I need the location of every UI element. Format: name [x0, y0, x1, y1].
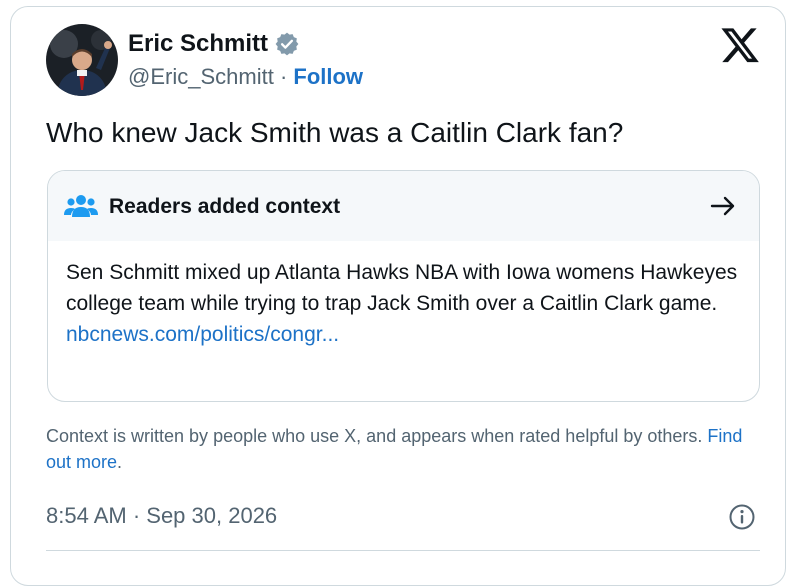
info-icon[interactable] [728, 503, 756, 531]
avatar[interactable] [46, 24, 118, 96]
community-note-header[interactable]: Readers added context [48, 171, 759, 241]
community-note-text: Sen Schmitt mixed up Atlanta Hawks NBA w… [66, 261, 738, 315]
author-handle-row: @Eric_Schmitt · Follow [128, 64, 363, 90]
verified-badge-icon [275, 32, 299, 56]
people-icon [64, 195, 98, 217]
author-name[interactable]: Eric Schmitt [128, 30, 268, 58]
context-footnote: Context is written by people who use X, … [46, 423, 766, 475]
community-note-title: Readers added context [109, 195, 341, 218]
separator: · [279, 64, 288, 89]
community-note[interactable]: Readers added context Sen Schmitt mixed … [47, 170, 760, 402]
author-name-row: Eric Schmitt [128, 30, 300, 58]
x-logo-icon[interactable] [721, 26, 759, 64]
follow-button[interactable]: Follow [293, 64, 363, 89]
arrow-right-icon[interactable] [709, 194, 737, 218]
tweet-timestamp[interactable]: 8:54 AM · Sep 30, 2026 [46, 503, 277, 529]
community-note-link[interactable]: nbcnews.com/politics/congr... [66, 319, 746, 350]
author-handle[interactable]: @Eric_Schmitt [128, 64, 274, 89]
tweet-text: Who knew Jack Smith was a Caitlin Clark … [46, 117, 624, 148]
footnote-period: . [117, 452, 123, 472]
footnote-text: Context is written by people who use X, … [46, 426, 703, 446]
community-note-body: Sen Schmitt mixed up Atlanta Hawks NBA w… [66, 257, 746, 350]
divider [46, 550, 760, 551]
